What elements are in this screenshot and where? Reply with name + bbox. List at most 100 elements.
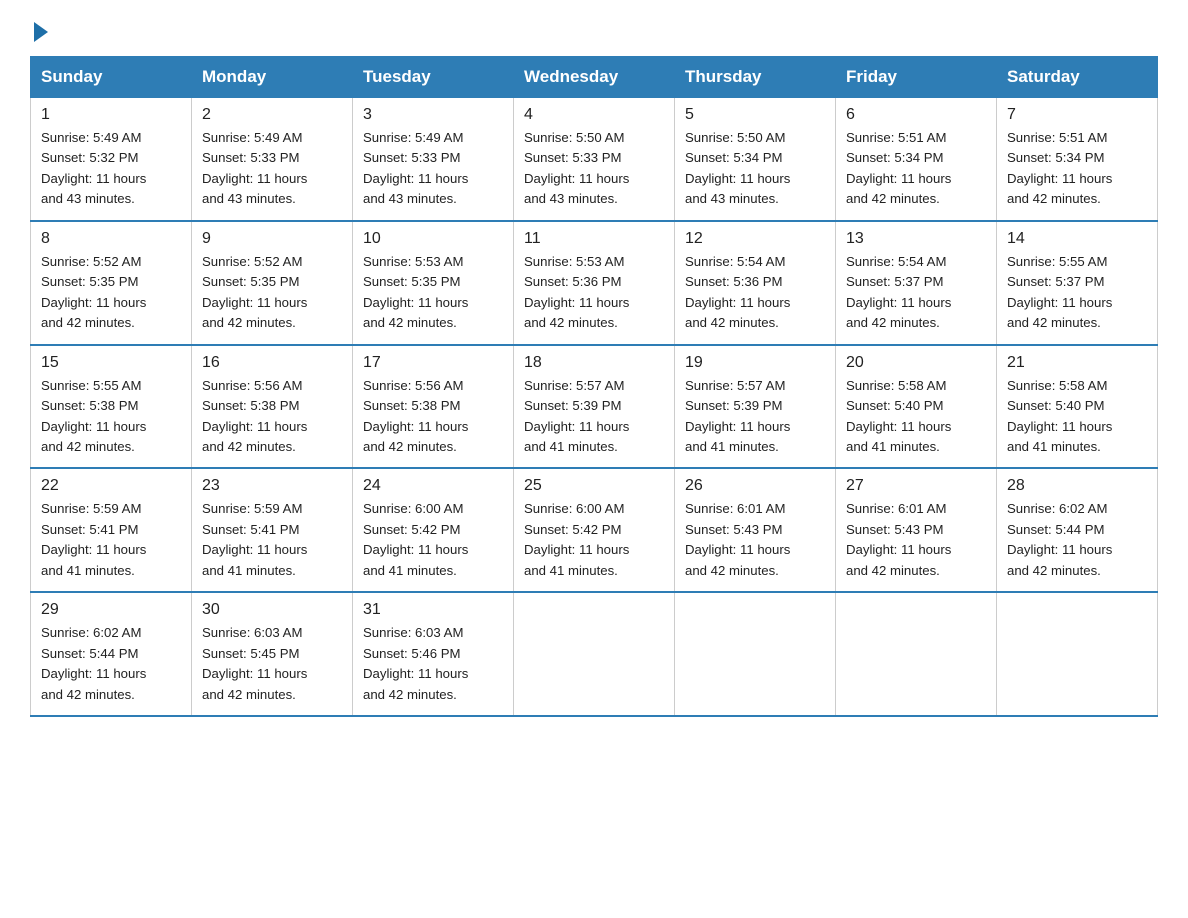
calendar-cell: 4 Sunrise: 5:50 AMSunset: 5:33 PMDaylight…: [514, 98, 675, 221]
calendar-cell: 22 Sunrise: 5:59 AMSunset: 5:41 PMDayligh…: [31, 468, 192, 592]
day-number: 27: [846, 477, 986, 495]
day-detail: Sunrise: 5:56 AMSunset: 5:38 PMDaylight:…: [202, 376, 342, 458]
day-detail: Sunrise: 5:54 AMSunset: 5:36 PMDaylight:…: [685, 252, 825, 334]
day-number: 30: [202, 601, 342, 619]
calendar-cell: 24 Sunrise: 6:00 AMSunset: 5:42 PMDayligh…: [353, 468, 514, 592]
day-detail: Sunrise: 5:50 AMSunset: 5:33 PMDaylight:…: [524, 128, 664, 210]
calendar-cell: 15 Sunrise: 5:55 AMSunset: 5:38 PMDayligh…: [31, 345, 192, 469]
day-number: 24: [363, 477, 503, 495]
day-detail: Sunrise: 5:55 AMSunset: 5:37 PMDaylight:…: [1007, 252, 1147, 334]
day-number: 9: [202, 230, 342, 248]
header-cell-thursday: Thursday: [675, 57, 836, 98]
calendar-cell: 7Sunrise: 5:51 AMSunset: 5:34 PMDaylight…: [997, 98, 1158, 221]
day-number: 17: [363, 354, 503, 372]
calendar-cell: 12 Sunrise: 5:54 AMSunset: 5:36 PMDayligh…: [675, 221, 836, 345]
day-number: 6: [846, 106, 986, 124]
calendar-cell: 23Sunrise: 5:59 AMSunset: 5:41 PMDayligh…: [192, 468, 353, 592]
day-number: 12: [685, 230, 825, 248]
calendar-cell: 2 Sunrise: 5:49 AMSunset: 5:33 PMDaylight…: [192, 98, 353, 221]
calendar-cell: [514, 592, 675, 716]
day-number: 3: [363, 106, 503, 124]
calendar-cell: 5 Sunrise: 5:50 AMSunset: 5:34 PMDaylight…: [675, 98, 836, 221]
day-number: 29: [41, 601, 181, 619]
day-detail: Sunrise: 6:02 AMSunset: 5:44 PMDaylight:…: [41, 623, 181, 705]
day-number: 26: [685, 477, 825, 495]
day-number: 5: [685, 106, 825, 124]
header-cell-monday: Monday: [192, 57, 353, 98]
calendar-cell: [675, 592, 836, 716]
day-number: 31: [363, 601, 503, 619]
calendar-cell: 11 Sunrise: 5:53 AMSunset: 5:36 PMDayligh…: [514, 221, 675, 345]
day-number: 21: [1007, 354, 1147, 372]
day-detail: Sunrise: 6:03 AMSunset: 5:45 PMDaylight:…: [202, 623, 342, 705]
logo-arrow-icon: [34, 22, 48, 42]
day-detail: Sunrise: 5:49 AMSunset: 5:32 PMDaylight:…: [41, 128, 181, 210]
day-number: 20: [846, 354, 986, 372]
calendar-cell: 13Sunrise: 5:54 AMSunset: 5:37 PMDayligh…: [836, 221, 997, 345]
calendar-cell: [836, 592, 997, 716]
day-number: 13: [846, 230, 986, 248]
day-detail: Sunrise: 5:58 AMSunset: 5:40 PMDaylight:…: [1007, 376, 1147, 458]
day-number: 28: [1007, 477, 1147, 495]
day-number: 15: [41, 354, 181, 372]
day-detail: Sunrise: 5:57 AMSunset: 5:39 PMDaylight:…: [685, 376, 825, 458]
day-number: 2: [202, 106, 342, 124]
calendar-cell: 17 Sunrise: 5:56 AMSunset: 5:38 PMDayligh…: [353, 345, 514, 469]
day-detail: Sunrise: 5:53 AMSunset: 5:35 PMDaylight:…: [363, 252, 503, 334]
calendar-cell: 3Sunrise: 5:49 AMSunset: 5:33 PMDaylight…: [353, 98, 514, 221]
calendar-table: SundayMondayTuesdayWednesdayThursdayFrid…: [30, 56, 1158, 717]
calendar-cell: 6 Sunrise: 5:51 AMSunset: 5:34 PMDaylight…: [836, 98, 997, 221]
day-number: 4: [524, 106, 664, 124]
page-header: [30, 20, 1158, 38]
calendar-cell: 29 Sunrise: 6:02 AMSunset: 5:44 PMDayligh…: [31, 592, 192, 716]
calendar-cell: 16 Sunrise: 5:56 AMSunset: 5:38 PMDayligh…: [192, 345, 353, 469]
day-detail: Sunrise: 5:52 AMSunset: 5:35 PMDaylight:…: [41, 252, 181, 334]
calendar-body: 1 Sunrise: 5:49 AMSunset: 5:32 PMDaylight…: [31, 98, 1158, 717]
calendar-cell: 26Sunrise: 6:01 AMSunset: 5:43 PMDayligh…: [675, 468, 836, 592]
calendar-cell: 27 Sunrise: 6:01 AMSunset: 5:43 PMDayligh…: [836, 468, 997, 592]
day-number: 18: [524, 354, 664, 372]
day-number: 1: [41, 106, 181, 124]
day-detail: Sunrise: 6:03 AMSunset: 5:46 PMDaylight:…: [363, 623, 503, 705]
day-number: 14: [1007, 230, 1147, 248]
day-detail: Sunrise: 5:59 AMSunset: 5:41 PMDaylight:…: [202, 499, 342, 581]
day-number: 22: [41, 477, 181, 495]
day-detail: Sunrise: 5:56 AMSunset: 5:38 PMDaylight:…: [363, 376, 503, 458]
day-number: 10: [363, 230, 503, 248]
calendar-cell: 10 Sunrise: 5:53 AMSunset: 5:35 PMDayligh…: [353, 221, 514, 345]
week-row: 22 Sunrise: 5:59 AMSunset: 5:41 PMDayligh…: [31, 468, 1158, 592]
calendar-cell: 30 Sunrise: 6:03 AMSunset: 5:45 PMDayligh…: [192, 592, 353, 716]
header-cell-saturday: Saturday: [997, 57, 1158, 98]
day-detail: Sunrise: 5:51 AMSunset: 5:34 PMDaylight:…: [846, 128, 986, 210]
day-detail: Sunrise: 5:55 AMSunset: 5:38 PMDaylight:…: [41, 376, 181, 458]
day-number: 8: [41, 230, 181, 248]
day-detail: Sunrise: 5:53 AMSunset: 5:36 PMDaylight:…: [524, 252, 664, 334]
logo: [30, 20, 48, 38]
day-detail: Sunrise: 5:57 AMSunset: 5:39 PMDaylight:…: [524, 376, 664, 458]
calendar-cell: 18 Sunrise: 5:57 AMSunset: 5:39 PMDayligh…: [514, 345, 675, 469]
calendar-cell: 19Sunrise: 5:57 AMSunset: 5:39 PMDayligh…: [675, 345, 836, 469]
day-number: 25: [524, 477, 664, 495]
header-cell-tuesday: Tuesday: [353, 57, 514, 98]
calendar-cell: 25Sunrise: 6:00 AMSunset: 5:42 PMDayligh…: [514, 468, 675, 592]
day-detail: Sunrise: 6:01 AMSunset: 5:43 PMDaylight:…: [846, 499, 986, 581]
calendar-cell: 8 Sunrise: 5:52 AMSunset: 5:35 PMDaylight…: [31, 221, 192, 345]
header-cell-wednesday: Wednesday: [514, 57, 675, 98]
calendar-cell: 14 Sunrise: 5:55 AMSunset: 5:37 PMDayligh…: [997, 221, 1158, 345]
week-row: 15 Sunrise: 5:55 AMSunset: 5:38 PMDayligh…: [31, 345, 1158, 469]
header-cell-sunday: Sunday: [31, 57, 192, 98]
day-detail: Sunrise: 6:00 AMSunset: 5:42 PMDaylight:…: [363, 499, 503, 581]
day-detail: Sunrise: 5:58 AMSunset: 5:40 PMDaylight:…: [846, 376, 986, 458]
calendar-cell: 21 Sunrise: 5:58 AMSunset: 5:40 PMDayligh…: [997, 345, 1158, 469]
calendar-cell: 20 Sunrise: 5:58 AMSunset: 5:40 PMDayligh…: [836, 345, 997, 469]
day-detail: Sunrise: 5:52 AMSunset: 5:35 PMDaylight:…: [202, 252, 342, 334]
calendar-cell: [997, 592, 1158, 716]
header-cell-friday: Friday: [836, 57, 997, 98]
day-number: 16: [202, 354, 342, 372]
day-detail: Sunrise: 5:59 AMSunset: 5:41 PMDaylight:…: [41, 499, 181, 581]
week-row: 8 Sunrise: 5:52 AMSunset: 5:35 PMDaylight…: [31, 221, 1158, 345]
day-detail: Sunrise: 5:49 AMSunset: 5:33 PMDaylight:…: [202, 128, 342, 210]
day-detail: Sunrise: 5:50 AMSunset: 5:34 PMDaylight:…: [685, 128, 825, 210]
calendar-cell: 28Sunrise: 6:02 AMSunset: 5:44 PMDayligh…: [997, 468, 1158, 592]
day-number: 11: [524, 230, 664, 248]
